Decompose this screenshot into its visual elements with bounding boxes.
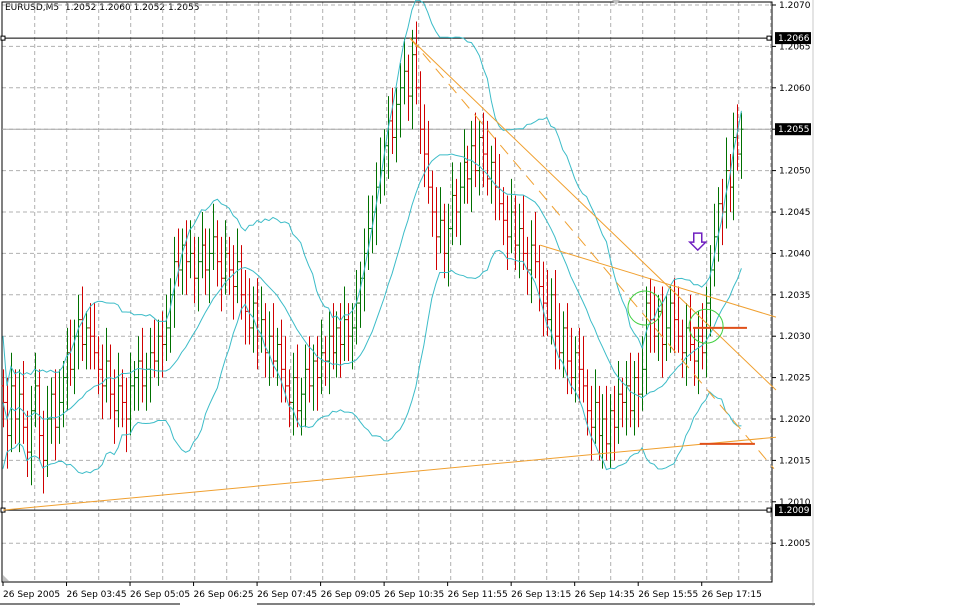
line-handle [766, 35, 772, 41]
x-tick-label: 26 Sep 07:45 [257, 590, 317, 600]
y-tick-label: 1.2045 [779, 208, 811, 218]
scroll-marker-icon [3, 575, 9, 581]
x-tick-label: 26 Sep 06:25 [194, 590, 254, 600]
x-tick-label: 26 Sep 15:55 [638, 590, 698, 600]
trendline [2, 436, 777, 511]
price-label: 1.2055 [778, 125, 810, 135]
y-tick-label: 1.2060 [779, 84, 811, 94]
x-tick-label: 26 Sep 13:15 [511, 590, 571, 600]
x-tick-label: 26 Sep 17:15 [702, 590, 762, 600]
y-tick-label: 1.2025 [779, 374, 811, 384]
x-tick-label: 26 Sep 05:05 [130, 590, 190, 600]
y-tick-label: 1.2035 [779, 291, 811, 301]
bollinger-upper-band [2, 0, 742, 386]
price-chart[interactable]: 1.20701.20651.20601.20551.20501.20451.20… [0, 0, 961, 606]
x-tick-label: 26 Sep 09:05 [321, 590, 381, 600]
y-tick-label: 1.2020 [779, 415, 811, 425]
line-handle [766, 507, 772, 513]
x-tick-label: 26 Sep 10:35 [384, 590, 444, 600]
price-label: 1.2009 [778, 506, 810, 516]
y-tick-label: 1.2015 [779, 456, 811, 466]
y-tick-label: 1.2040 [779, 249, 811, 259]
arrow-down-icon [687, 232, 708, 252]
price-label: 1.2066 [778, 34, 810, 44]
ellipse-marker [627, 290, 663, 326]
trendline [409, 37, 777, 391]
x-tick-label: 26 Sep 2005 [3, 590, 60, 600]
y-tick-label: 1.2070 [779, 1, 811, 11]
y-tick-label: 1.2050 [779, 167, 811, 177]
x-tick-label: 26 Sep 11:55 [448, 590, 508, 600]
x-tick-label: 26 Sep 03:45 [67, 590, 127, 600]
y-tick-label: 1.2030 [779, 332, 811, 342]
line-handle [0, 35, 6, 41]
y-tick-label: 1.2005 [779, 539, 811, 549]
x-tick-label: 26 Sep 14:35 [575, 590, 635, 600]
